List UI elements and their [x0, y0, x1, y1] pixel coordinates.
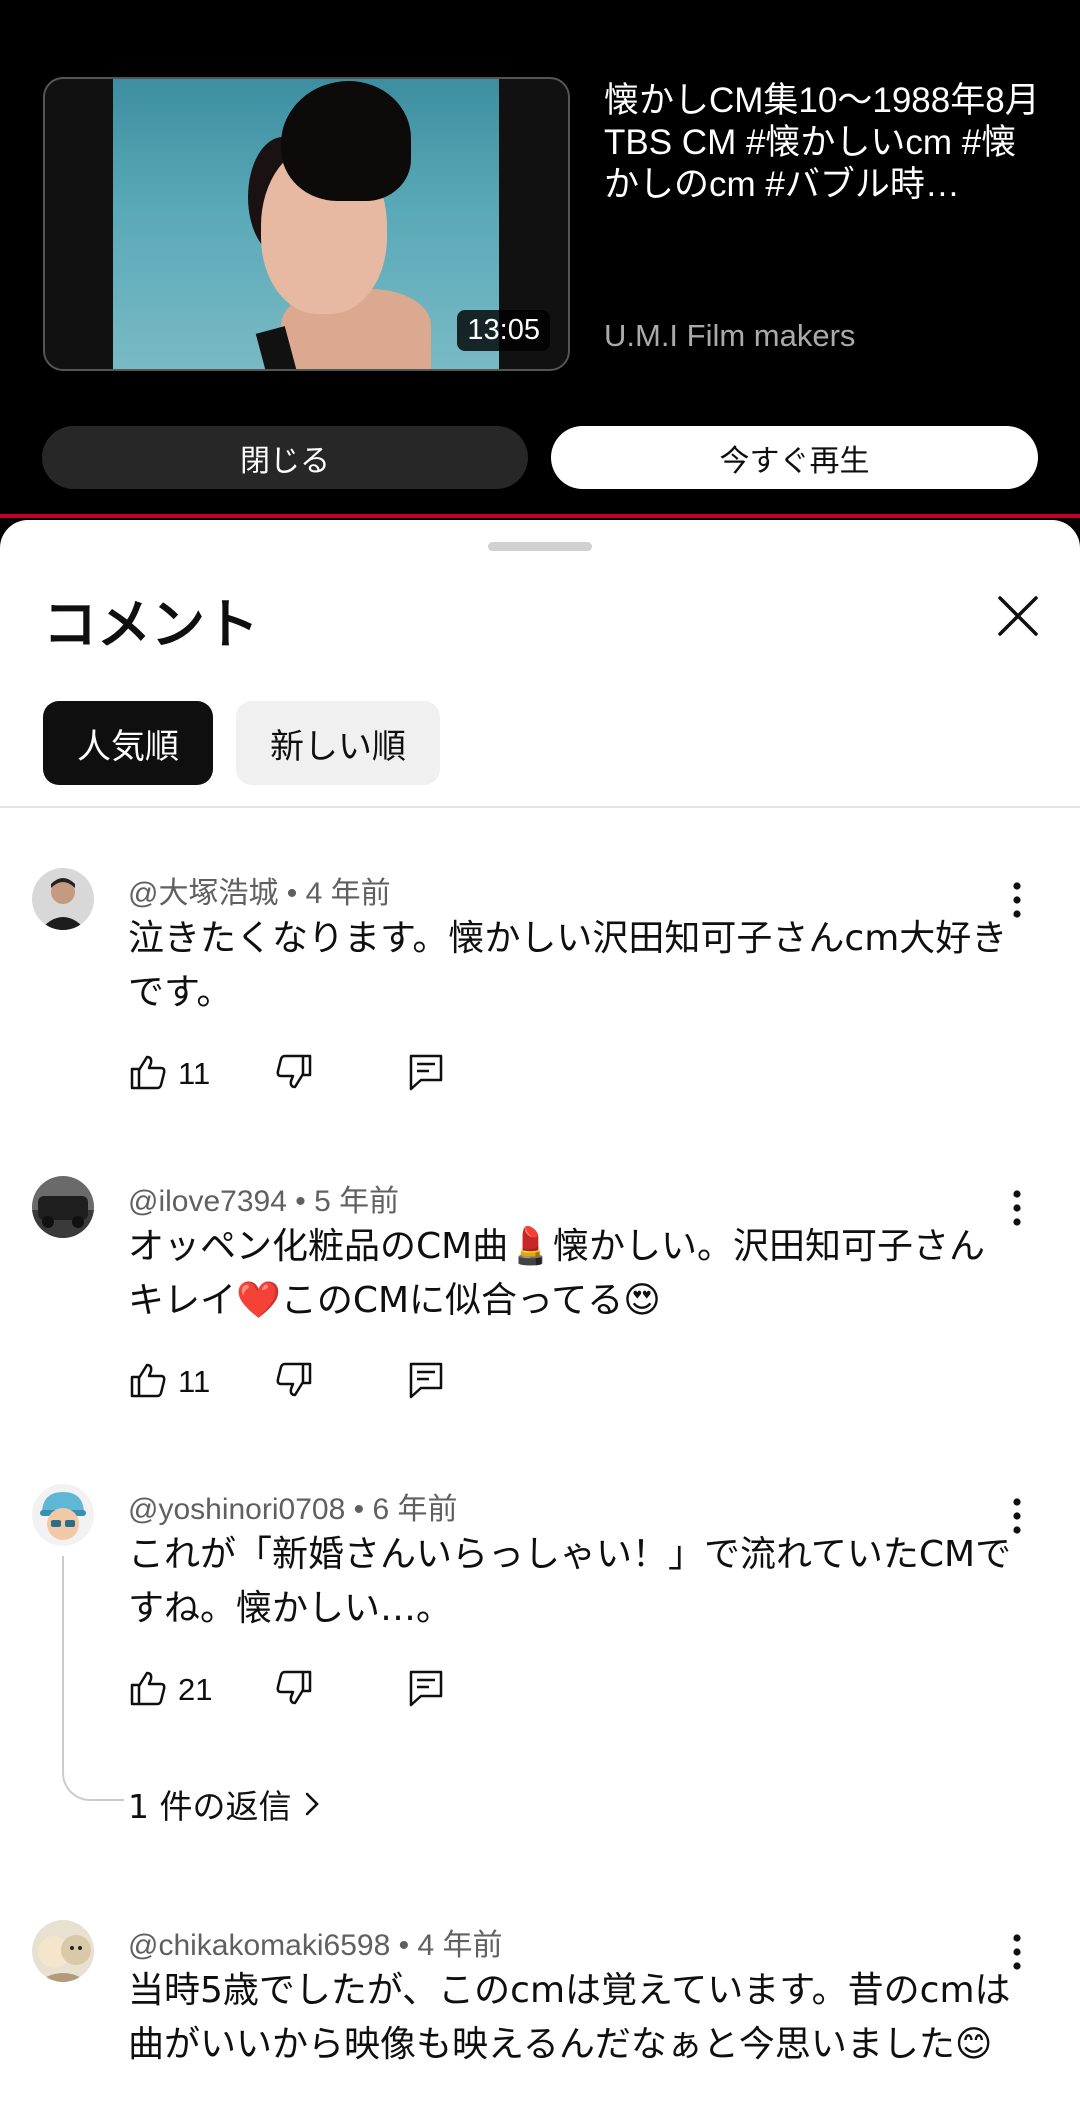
divider	[0, 806, 1080, 808]
avatar[interactable]	[32, 868, 94, 930]
comment-age: 6 年前	[372, 1493, 458, 1526]
like-icon[interactable]	[128, 1360, 168, 1400]
comment-author[interactable]: @yoshinori0708	[128, 1493, 345, 1526]
close-icon[interactable]	[992, 590, 1044, 642]
like-count: 21	[178, 1672, 213, 1707]
comment-text: オッペン化粧品のCM曲💄懐かしい。沢田知可子さんキレイ❤️このCMに似合ってる😍	[128, 1226, 986, 1321]
comment-author[interactable]: @ilove7394	[128, 1185, 287, 1218]
dislike-icon[interactable]	[274, 1668, 314, 1708]
comment-meta: @yoshinori0708 • 6 年前	[128, 1493, 458, 1526]
comment-author[interactable]: @chikakomaki6598	[128, 1929, 390, 1962]
view-replies-link[interactable]: 1 件の返信	[128, 1780, 322, 1828]
drag-handle[interactable]	[488, 542, 592, 551]
like-count: 11	[178, 1056, 211, 1091]
chevron-right-icon	[305, 1792, 319, 1816]
comment-meta: @大塚浩城 • 4 年前	[128, 877, 391, 910]
thumbnail-image	[113, 79, 499, 369]
comments-sheet: コメント 人気順 新しい順 @大塚浩城 • 4 年前 泣きたくなります。懐かしい…	[0, 520, 1080, 2103]
comment-text: これが「新婚さんいらっしゃい！」で流れていたCMですね。懐かしい…。	[128, 1534, 1012, 1629]
reply-icon[interactable]	[406, 1360, 446, 1400]
thread-connector	[62, 1556, 124, 1801]
avatar[interactable]	[32, 1176, 94, 1238]
like-icon[interactable]	[128, 1052, 168, 1092]
chip-newest[interactable]: 新しい順	[236, 701, 440, 785]
replies-label: 1 件の返信	[128, 1787, 292, 1826]
like-icon[interactable]	[128, 1668, 168, 1708]
comment-meta: @chikakomaki6598 • 4 年前	[128, 1929, 503, 1962]
play-now-button[interactable]: 今すぐ再生	[551, 426, 1038, 489]
up-next-title[interactable]: 懐かしCM集10〜1988年8月 TBS CM #懐かしいcm #懐かしのcm …	[604, 80, 1044, 206]
comment-age: 4 年前	[305, 877, 391, 910]
progress-bar	[0, 514, 1080, 518]
like-count: 11	[178, 1364, 211, 1399]
reply-icon[interactable]	[406, 1052, 446, 1092]
comment-author[interactable]: @大塚浩城	[128, 877, 278, 910]
up-next-panel: 13:05 懐かしCM集10〜1988年8月 TBS CM #懐かしいcm #懐…	[0, 0, 1080, 518]
avatar[interactable]	[32, 1484, 94, 1546]
sort-chips: 人気順 新しい順	[43, 701, 440, 785]
comment-meta: @ilove7394 • 5 年前	[128, 1185, 400, 1218]
reply-icon[interactable]	[406, 1668, 446, 1708]
close-button[interactable]: 閉じる	[42, 426, 528, 489]
comment-text: 泣きたくなります。懐かしい沢田知可子さんcm大好きです。	[128, 918, 1008, 1013]
avatar[interactable]	[32, 1920, 94, 1982]
video-duration: 13:05	[457, 310, 550, 351]
chip-top[interactable]: 人気順	[43, 701, 213, 785]
dislike-icon[interactable]	[274, 1052, 314, 1092]
up-next-channel: U.M.I Film makers	[604, 318, 856, 353]
comments-title: コメント	[43, 593, 259, 656]
comment-age: 5 年前	[314, 1185, 400, 1218]
comment-age: 4 年前	[417, 1929, 503, 1962]
dislike-icon[interactable]	[274, 1360, 314, 1400]
video-thumbnail[interactable]: 13:05	[43, 77, 570, 371]
comment-text: 当時5歳でしたが、このcmは覚えています。昔のcmは曲がいいから映像も映えるんだ…	[128, 1970, 1011, 2065]
